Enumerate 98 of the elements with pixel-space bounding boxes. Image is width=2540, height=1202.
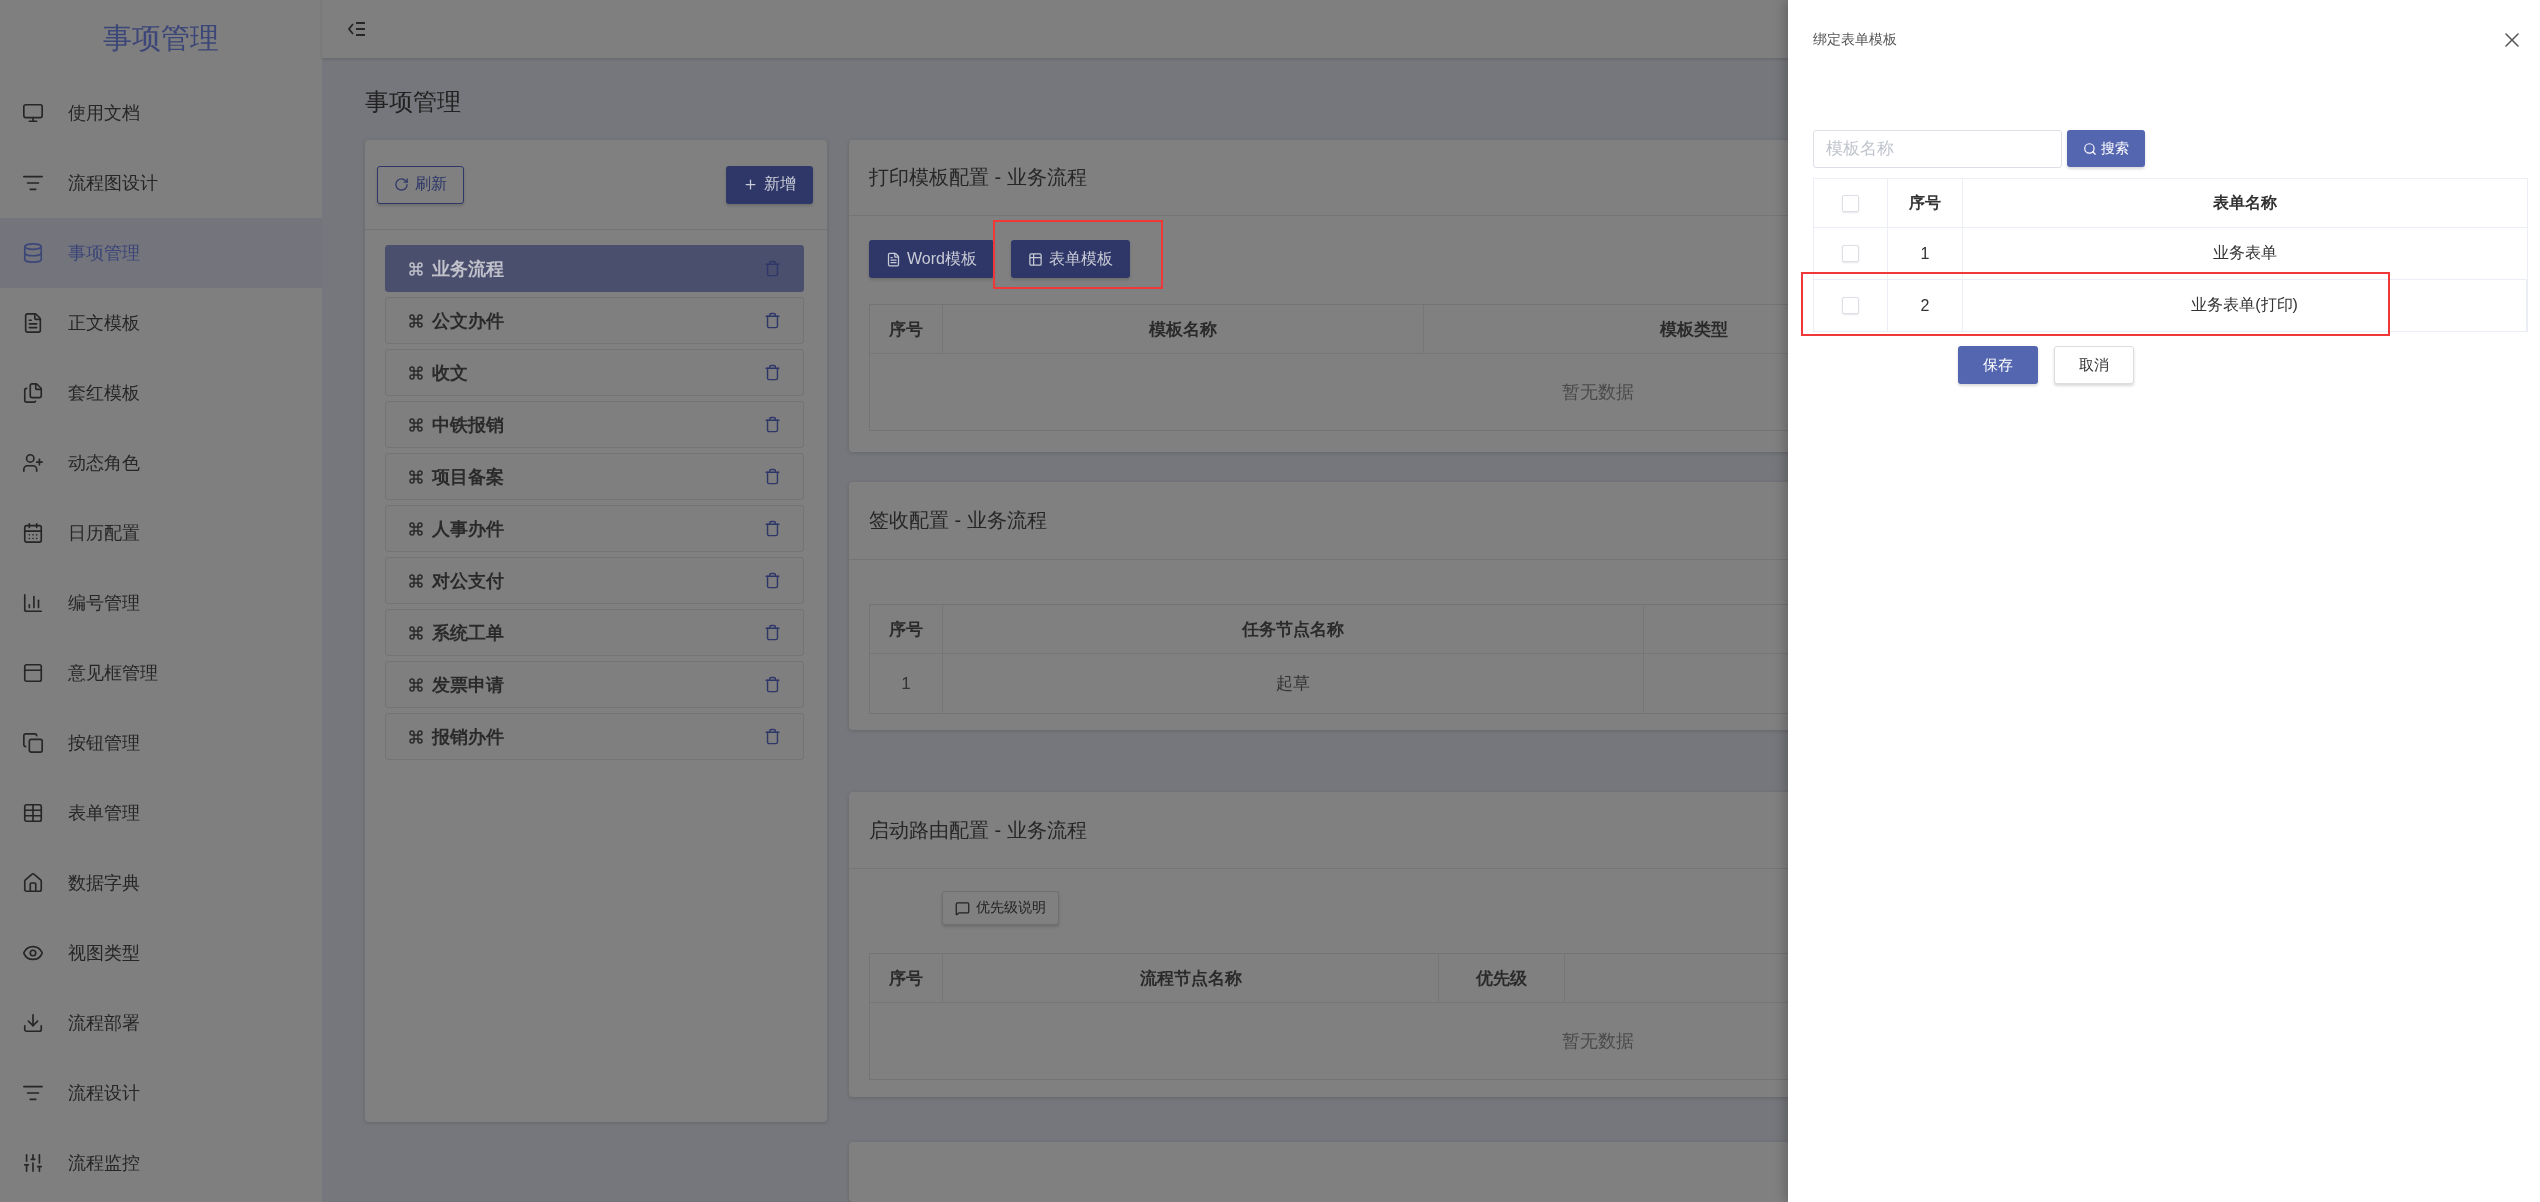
app-title: 事项管理: [102, 21, 220, 56]
document-icon: [886, 251, 901, 267]
command-icon: [408, 260, 424, 277]
delete-icon[interactable]: [764, 468, 781, 485]
table-cell: 1: [1888, 228, 1963, 279]
card-title: 签收配置 - 业务流程: [869, 508, 1047, 533]
panel-icon: [22, 662, 44, 684]
calendar-icon: [22, 522, 44, 544]
table-cell: 业务表单(打印): [1963, 280, 2527, 331]
sidebar-item[interactable]: 按钮管理: [0, 708, 322, 778]
command-icon: [408, 468, 424, 485]
delete-icon[interactable]: [764, 624, 781, 641]
table-cell: 1: [870, 654, 943, 713]
card-title: 打印模板配置 - 业务流程: [869, 165, 1087, 190]
table-cell-text: 业务表单: [2212, 243, 2278, 263]
database-icon: [22, 242, 44, 264]
form-template-button[interactable]: 表单模板: [1010, 240, 1130, 278]
card-title: 启动路由配置 - 业务流程: [869, 817, 1087, 843]
cancel-button[interactable]: 取消: [2053, 346, 2134, 384]
column-header: 序号: [870, 305, 943, 353]
search-button[interactable]: 搜索: [2067, 130, 2145, 167]
priority-help-button[interactable]: 优先级说明: [942, 891, 1059, 925]
column-header: 序号: [1888, 179, 1963, 227]
process-item[interactable]: 项目备案: [385, 453, 804, 500]
plus-icon: [743, 177, 758, 192]
process-item[interactable]: 对公支付: [385, 557, 804, 604]
process-item[interactable]: 公文办件: [385, 297, 804, 344]
table-cell: 起草: [943, 654, 1644, 713]
process-item[interactable]: 发票申请: [385, 661, 804, 708]
sidebar-item[interactable]: 意见框管理: [0, 638, 322, 708]
delete-icon[interactable]: [764, 312, 781, 329]
search-field[interactable]: 模板名称: [1813, 130, 2062, 168]
delete-icon[interactable]: [764, 520, 781, 537]
column-header: 序号: [870, 954, 943, 1002]
refresh-icon: [394, 177, 409, 192]
command-icon: [408, 364, 424, 381]
message-icon: [955, 900, 970, 916]
process-item[interactable]: 中铁报销: [385, 401, 804, 448]
process-item[interactable]: 业务流程: [385, 245, 804, 292]
word-template-button[interactable]: Word模板: [869, 240, 994, 278]
add-button[interactable]: 新增: [726, 165, 813, 204]
sidebar-item[interactable]: 视图类型: [0, 918, 322, 988]
column-header: 流程节点名称: [943, 954, 1439, 1002]
download-icon: [22, 1012, 44, 1034]
column-header: 模板名称: [943, 305, 1424, 353]
sidebar-item[interactable]: 正文模板: [0, 288, 322, 358]
column-header: 任务节点名称: [943, 605, 1644, 653]
table-icon: [22, 802, 44, 824]
sidebar-item[interactable]: 套红模板: [0, 358, 322, 428]
user-plus-icon: [22, 452, 44, 474]
monitor-icon: [22, 102, 44, 124]
refresh-button[interactable]: 刷新: [377, 165, 464, 204]
sidebar-item[interactable]: 动态角色: [0, 428, 322, 498]
delete-icon[interactable]: [764, 416, 781, 433]
process-item[interactable]: 收文: [385, 349, 804, 396]
sidebar-item[interactable]: 流程设计: [0, 1058, 322, 1128]
command-icon: [408, 676, 424, 693]
collapse-icon[interactable]: [348, 21, 366, 38]
sidebar-item[interactable]: 使用文档: [0, 78, 322, 148]
table-cell: 2: [1888, 280, 1963, 331]
column-header: 序号: [870, 605, 943, 653]
checkbox[interactable]: [1842, 297, 1859, 314]
table-icon: [1027, 251, 1043, 267]
sidebar-item[interactable]: 事项管理: [0, 218, 322, 288]
save-button[interactable]: 保存: [1957, 346, 2038, 384]
command-icon: [408, 624, 424, 641]
sidebar-item[interactable]: 编号管理: [0, 568, 322, 638]
sidebar-item[interactable]: 日历配置: [0, 498, 322, 568]
delete-icon[interactable]: [764, 572, 781, 589]
drawer-title: 绑定表单模板: [1813, 31, 1897, 49]
sidebar-item[interactable]: 表单管理: [0, 778, 322, 848]
delete-icon[interactable]: [764, 728, 781, 745]
command-icon: [408, 416, 424, 433]
column-header: 优先级: [1439, 954, 1565, 1002]
document-icon: [22, 312, 44, 334]
command-icon: [408, 312, 424, 329]
page-title: 事项管理: [365, 88, 461, 116]
delete-icon[interactable]: [764, 364, 781, 381]
delete-icon[interactable]: [764, 676, 781, 693]
process-item[interactable]: 系统工单: [385, 609, 804, 656]
sidebar-item[interactable]: 数据字典: [0, 848, 322, 918]
command-icon: [408, 728, 424, 745]
sidebar-item[interactable]: 流程部署: [0, 988, 322, 1058]
checkbox[interactable]: [1842, 245, 1859, 262]
process-item[interactable]: 报销办件: [385, 713, 804, 760]
sliders-icon: [22, 1152, 44, 1174]
copy-icon: [22, 732, 44, 754]
files-icon: [22, 382, 44, 404]
command-icon: [408, 520, 424, 537]
command-icon: [408, 572, 424, 589]
search-icon: [2083, 141, 2097, 156]
checkbox[interactable]: [1842, 194, 1859, 212]
column-header: 表单名称: [2212, 192, 2278, 213]
process-item[interactable]: 人事办件: [385, 505, 804, 552]
bar-chart-icon: [22, 592, 44, 614]
house-icon: [22, 872, 44, 894]
sidebar-item[interactable]: 流程图设计: [0, 148, 322, 218]
sidebar-item[interactable]: 流程监控: [0, 1128, 322, 1198]
